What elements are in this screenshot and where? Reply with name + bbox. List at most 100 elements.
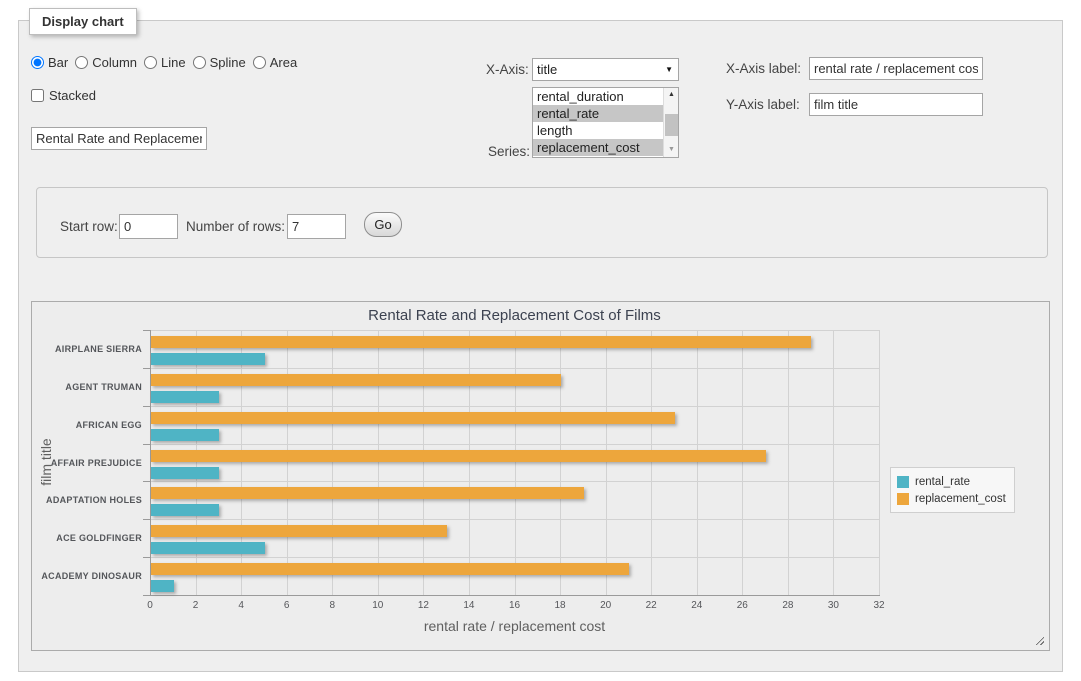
start-row-input[interactable] (119, 214, 178, 239)
stacked-checkbox[interactable] (31, 89, 44, 102)
legend-label: rental_rate (915, 476, 970, 488)
legend-item-replacement_cost[interactable]: replacement_cost (897, 490, 1006, 507)
listbox-scrollbar[interactable]: ▲ ▼ (663, 88, 678, 157)
category-label: ADAPTATION HOLES (32, 495, 142, 505)
x-tick-label: 24 (682, 600, 712, 611)
bar-rental_rate (151, 353, 265, 365)
category-label: AIRPLANE SIERRA (32, 344, 142, 354)
chart-type-option-column[interactable]: Column (75, 55, 137, 70)
chart-legend: rental_rate replacement_cost (890, 467, 1015, 513)
chart-type-radio-group: Bar Column Line Spline Area (31, 55, 297, 70)
y-tick-mark (143, 481, 150, 482)
bar-rental_rate (151, 429, 219, 441)
number-of-rows-input[interactable] (287, 214, 346, 239)
x-tick-label: 30 (818, 600, 848, 611)
chart-type-option-label: Area (270, 55, 297, 70)
chart-type-radio-column[interactable] (75, 56, 88, 69)
category-label: ACE GOLDFINGER (32, 533, 142, 543)
chart-type-option-label: Bar (48, 55, 68, 70)
series-multiselect[interactable]: ▲ ▼ rental_durationrental_ratelengthrepl… (532, 87, 679, 158)
bar-rental_rate (151, 391, 219, 403)
chart-type-radio-bar[interactable] (31, 56, 44, 69)
gridline (788, 330, 789, 595)
chart-type-option-area[interactable]: Area (253, 55, 297, 70)
series-select-label: Series: (488, 144, 530, 159)
y-axis-label-input[interactable] (809, 93, 983, 116)
bar-rental_rate (151, 580, 174, 592)
x-tick-label: 22 (636, 600, 666, 611)
series-option-rental_duration[interactable]: rental_duration (533, 88, 663, 105)
bar-rental_rate (151, 467, 219, 479)
chart-title: Rental Rate and Replacement Cost of Film… (150, 307, 879, 324)
chart-title-input[interactable] (31, 127, 207, 150)
series-option-rental_rate[interactable]: rental_rate (533, 105, 663, 122)
y-axis-line (150, 330, 151, 596)
y-tick-mark (143, 406, 150, 407)
series-option-replacement_cost[interactable]: replacement_cost (533, 139, 663, 156)
gridline (423, 330, 424, 595)
legend-label: replacement_cost (915, 493, 1006, 505)
go-button[interactable]: Go (364, 212, 402, 237)
gridline (150, 406, 879, 407)
gridline (606, 330, 607, 595)
chart-type-option-label: Line (161, 55, 186, 70)
chart-type-option-label: Column (92, 55, 137, 70)
chart-type-option-spline[interactable]: Spline (193, 55, 246, 70)
scrollbar-thumb[interactable] (665, 114, 678, 136)
category-label: ACADEMY DINOSAUR (32, 571, 142, 581)
chart-type-option-line[interactable]: Line (144, 55, 186, 70)
scroll-up-icon[interactable]: ▲ (664, 88, 679, 102)
bar-replacement_cost (151, 450, 766, 462)
bar-replacement_cost (151, 563, 629, 575)
bar-replacement_cost (151, 487, 584, 499)
x-axis-select[interactable]: title ▼ (532, 58, 679, 81)
chart-type-radio-line[interactable] (144, 56, 157, 69)
chart-type-radio-spline[interactable] (193, 56, 206, 69)
x-tick-label: 28 (773, 600, 803, 611)
bar-replacement_cost (151, 525, 447, 537)
gridline (697, 330, 698, 595)
x-tick-label: 4 (226, 600, 256, 611)
resize-handle-icon[interactable] (1034, 635, 1044, 645)
chart-type-radio-area[interactable] (253, 56, 266, 69)
y-tick-mark (143, 444, 150, 445)
start-row-label: Start row: (60, 219, 118, 234)
bar-rental_rate (151, 504, 219, 516)
number-of-rows-label: Number of rows: (186, 219, 285, 234)
chart-type-option-bar[interactable]: Bar (31, 55, 68, 70)
gridline (515, 330, 516, 595)
x-tick-label: 26 (727, 600, 757, 611)
gridline (150, 519, 879, 520)
x-tick-label: 6 (272, 600, 302, 611)
chevron-down-icon: ▼ (665, 59, 673, 80)
legend-item-rental_rate[interactable]: rental_rate (897, 473, 1006, 490)
bar-rental_rate (151, 542, 265, 554)
gridline (560, 330, 561, 595)
gridline (150, 557, 879, 558)
x-tick-label: 10 (363, 600, 393, 611)
y-tick-mark (143, 368, 150, 369)
gridline (150, 481, 879, 482)
x-tick-label: 32 (864, 600, 894, 611)
y-axis-label-field-label: Y-Axis label: (726, 97, 800, 112)
gridline (150, 368, 879, 369)
x-tick-label: 2 (181, 600, 211, 611)
gridline (196, 330, 197, 595)
x-axis-selected-value: title (537, 62, 557, 77)
chart-area: Rental Rate and Replacement Cost of Film… (31, 301, 1050, 651)
x-tick-label: 16 (500, 600, 530, 611)
display-chart-panel: Display chart BarColumnLineSplineArea St… (18, 20, 1063, 672)
gridline (879, 330, 880, 595)
series-option-length[interactable]: length (533, 122, 663, 139)
gridline (469, 330, 470, 595)
x-axis-label-input[interactable] (809, 57, 983, 80)
gridline (150, 330, 879, 331)
legend-swatch (897, 476, 909, 488)
scroll-down-icon[interactable]: ▼ (664, 143, 679, 157)
x-tick-label: 18 (545, 600, 575, 611)
stacked-label: Stacked (49, 88, 96, 103)
chart-type-option-label: Spline (210, 55, 246, 70)
x-tick-label: 20 (591, 600, 621, 611)
x-axis-label-field-label: X-Axis label: (726, 61, 801, 76)
gridline (833, 330, 834, 595)
